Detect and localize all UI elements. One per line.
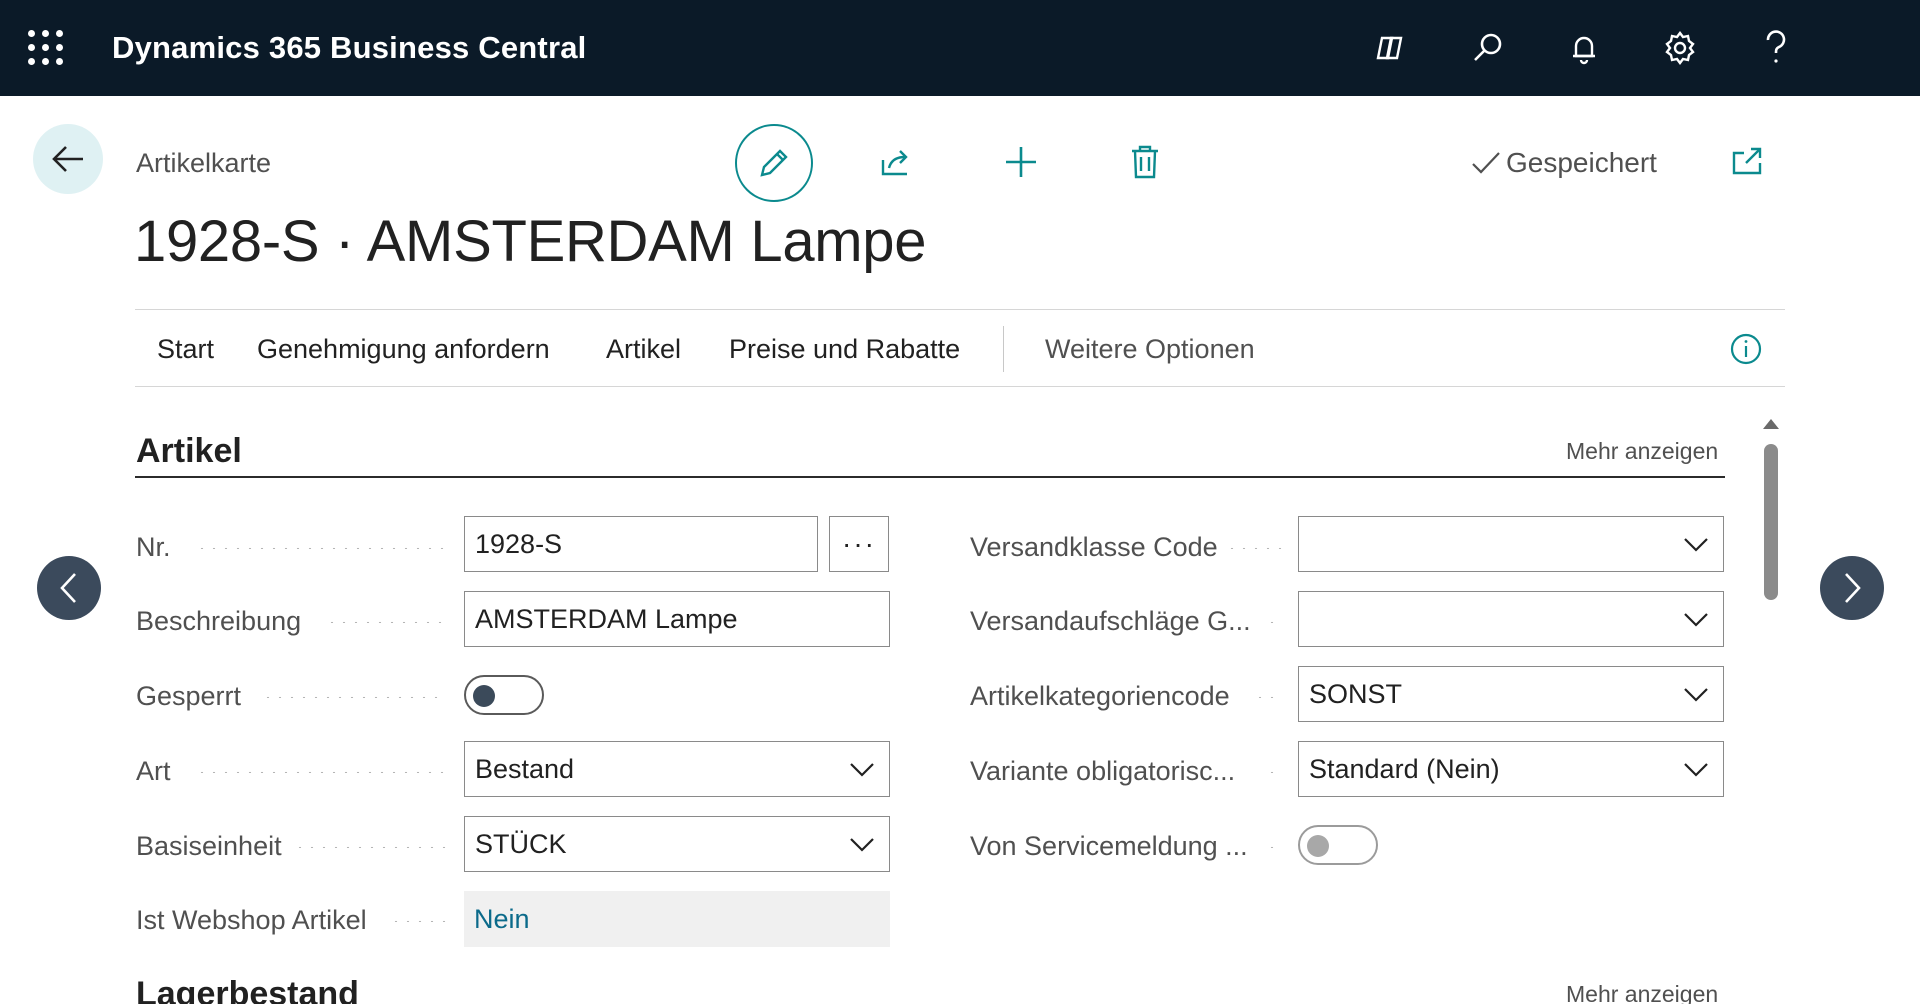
dot-leader (1266, 846, 1282, 848)
label-nr: Nr. (136, 532, 171, 562)
section-title-artikel[interactable]: Artikel (136, 432, 242, 471)
action-separator (1003, 326, 1004, 372)
dot-leader (390, 920, 446, 922)
show-more-link-lagerbestand[interactable]: Mehr anzeigen (1566, 981, 1718, 1004)
chevron-down-icon (1684, 688, 1708, 702)
top-bar: Dynamics 365 Business Central (0, 0, 1920, 96)
chevron-down-icon (1684, 538, 1708, 552)
share-icon[interactable] (875, 140, 919, 184)
chevron-down-icon (1684, 763, 1708, 777)
versandklasse-select[interactable] (1298, 516, 1724, 572)
basiseinheit-select[interactable]: STÜCK (464, 816, 890, 872)
chevron-down-icon (850, 838, 874, 852)
chevron-down-icon (850, 763, 874, 777)
add-icon[interactable] (999, 140, 1043, 184)
saved-status-label: Gespeichert (1506, 147, 1657, 178)
artikelkategoriencode-value: SONST (1309, 678, 1403, 709)
action-preise-und-rabatte[interactable]: Preise und Rabatte (729, 334, 960, 365)
action-weitere-optionen[interactable]: Weitere Optionen (1045, 334, 1255, 365)
art-value: Bestand (475, 753, 575, 784)
dot-leader (262, 696, 446, 698)
chevron-right-icon (1845, 573, 1861, 603)
label-artikelkategoriencode: Artikelkategoriencode (970, 681, 1230, 711)
breadcrumb: Artikelkarte (136, 148, 272, 178)
label-beschreibung: Beschreibung (136, 606, 302, 636)
show-more-link[interactable]: Mehr anzeigen (1566, 438, 1718, 465)
info-icon[interactable] (1729, 332, 1763, 366)
label-variante-obligatorisch: Variante obligatorisc... (970, 756, 1236, 786)
app-launcher-icon[interactable] (28, 30, 64, 66)
label-von-servicemeldung: Von Servicemeldung ... (970, 831, 1248, 861)
dot-leader (1226, 547, 1282, 549)
search-icon[interactable] (1468, 28, 1508, 68)
dot-leader (196, 771, 446, 773)
section-divider (135, 476, 1725, 478)
chevron-down-icon (1684, 613, 1708, 627)
scroll-up-arrow[interactable] (1763, 419, 1779, 429)
action-bar: Start Genehmigung anfordern Artikel Prei… (135, 309, 1785, 387)
section-title-lagerbestand[interactable]: Lagerbestand (136, 975, 359, 1004)
artikelkategoriencode-select[interactable]: SONST (1298, 666, 1724, 722)
gear-icon[interactable] (1660, 28, 1700, 68)
label-art: Art (136, 756, 171, 786)
versandaufschlaege-select[interactable] (1298, 591, 1724, 647)
app-title[interactable]: Dynamics 365 Business Central (112, 30, 586, 66)
dot-leader (1266, 771, 1282, 773)
check-icon (1472, 152, 1500, 174)
gesperrt-toggle[interactable] (464, 675, 544, 715)
dot-leader (294, 846, 446, 848)
servicemeldung-toggle[interactable] (1298, 825, 1378, 865)
variante-select[interactable]: Standard (Nein) (1298, 741, 1724, 797)
beschreibung-field[interactable]: AMSTERDAM Lampe (464, 591, 890, 647)
scrollbar-thumb[interactable] (1764, 444, 1778, 600)
action-genehmigung-anfordern[interactable]: Genehmigung anfordern (257, 334, 550, 365)
label-gesperrt: Gesperrt (136, 681, 242, 711)
dot-leader (1254, 696, 1282, 698)
open-new-window-icon[interactable] (1725, 140, 1769, 184)
webshop-value[interactable]: Nein (464, 891, 890, 947)
chevron-left-icon (60, 573, 76, 603)
edit-button[interactable] (735, 124, 813, 202)
dot-leader (326, 621, 446, 623)
dot-leader (1266, 621, 1282, 623)
art-select[interactable]: Bestand (464, 741, 890, 797)
copilot-icon[interactable] (1371, 28, 1411, 68)
action-start[interactable]: Start (157, 334, 214, 365)
saved-status: Gespeichert (1470, 147, 1657, 179)
back-button[interactable] (33, 124, 103, 194)
help-icon[interactable] (1756, 28, 1796, 68)
dot-leader (196, 547, 446, 549)
variante-value: Standard (Nein) (1309, 753, 1500, 784)
label-basiseinheit: Basiseinheit (136, 831, 282, 861)
nr-field[interactable]: 1928-S (464, 516, 818, 572)
nr-lookup-button[interactable]: ··· (829, 516, 889, 572)
label-versandaufschlaege: Versandaufschläge G... (970, 606, 1251, 636)
label-webshop: Ist Webshop Artikel (136, 905, 367, 935)
next-record-button[interactable] (1820, 556, 1884, 620)
bell-icon[interactable] (1564, 28, 1604, 68)
previous-record-button[interactable] (37, 556, 101, 620)
label-versandklasse-code: Versandklasse Code (970, 532, 1218, 562)
delete-icon[interactable] (1123, 140, 1167, 184)
action-artikel[interactable]: Artikel (606, 334, 681, 365)
page-title: 1928-S · AMSTERDAM Lampe (134, 209, 927, 274)
basiseinheit-value: STÜCK (475, 828, 567, 859)
